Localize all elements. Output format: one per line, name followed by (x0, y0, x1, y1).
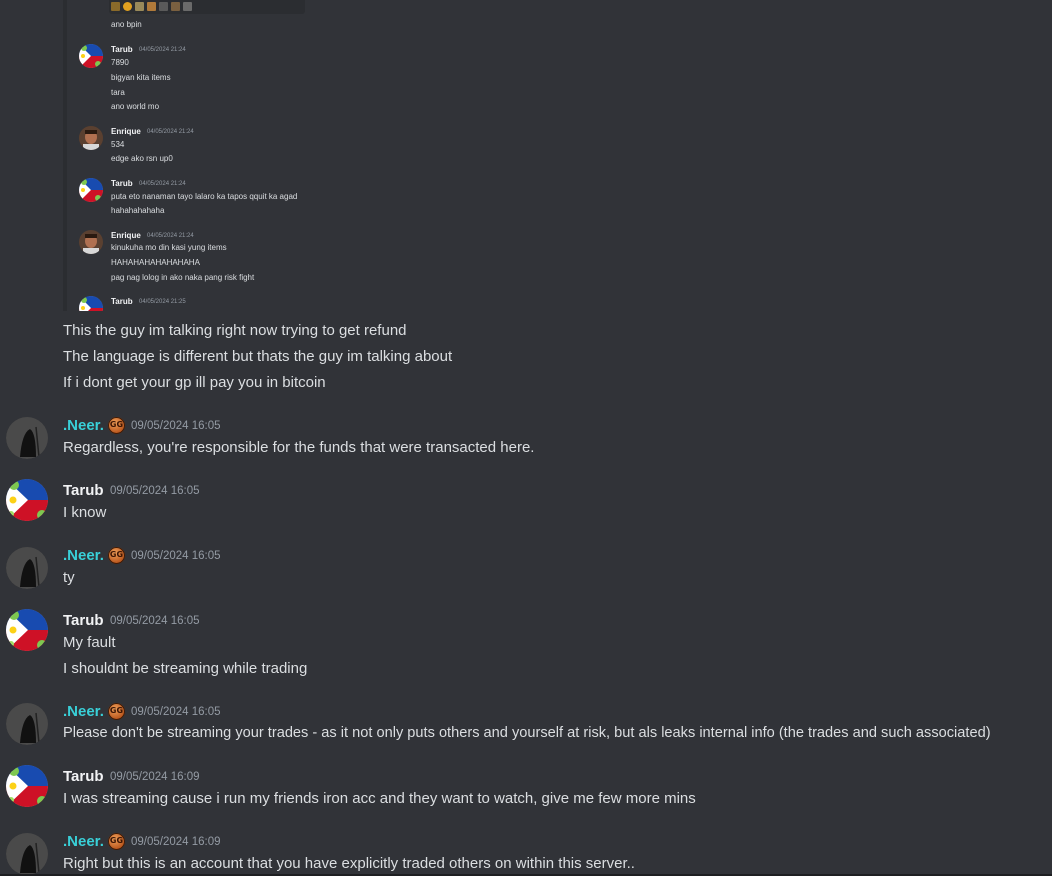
tarub-avatar (79, 44, 103, 68)
author-name[interactable]: .Neer. (63, 833, 104, 850)
message-line: Regardless, you're responsible for the f… (63, 439, 535, 456)
author-name[interactable]: Tarub (63, 482, 104, 499)
embed-timestamp: 04/05/2024 21:24 (139, 181, 186, 187)
embed-author: Enrique (111, 127, 141, 136)
embed-line: HAHAHAHAHAHAHAHA (111, 258, 200, 267)
gg-badge-icon[interactable] (108, 547, 125, 564)
enrique-avatar (79, 126, 103, 150)
embed-line: tara (111, 88, 125, 97)
message-line: If i dont get your gp ill pay you in bit… (63, 374, 326, 391)
embed-author: Enrique (111, 231, 141, 240)
embed-line: hahahahahaha (111, 206, 165, 215)
embed-timestamp: 04/05/2024 21:25 (139, 299, 186, 305)
message-line: My fault (63, 634, 116, 651)
embed-line: bigyan kita items (111, 73, 171, 82)
embed-author: Tarub (111, 297, 133, 306)
embed-line: edge ako rsn up0 (111, 154, 173, 163)
message-line: I know (63, 504, 107, 521)
message-timestamp[interactable]: 09/05/2024 16:05 (110, 485, 200, 497)
embed-line: 7890 (111, 58, 129, 67)
neer-avatar[interactable] (6, 833, 48, 875)
gg-badge-icon[interactable] (108, 703, 125, 720)
tarub-avatar (79, 178, 103, 202)
embed-line: 534 (111, 140, 125, 149)
tarub-avatar[interactable] (6, 479, 48, 521)
embed-timestamp: 04/05/2024 21:24 (139, 47, 186, 53)
neer-avatar[interactable] (6, 417, 48, 459)
author-name[interactable]: Tarub (63, 612, 104, 629)
embed-line: ano world mo (111, 102, 160, 111)
embed-text: ano bpin (111, 20, 142, 29)
message-line: Right but this is an account that you ha… (63, 855, 635, 872)
message-line: I shouldnt be streaming while trading (63, 660, 308, 677)
gg-badge-icon[interactable] (108, 833, 125, 850)
message-line: This the guy im talking right now trying… (63, 322, 407, 339)
tarub-avatar[interactable] (6, 609, 48, 651)
author-name[interactable]: .Neer. (63, 703, 104, 720)
tarub-avatar (79, 296, 103, 311)
embed-author: Tarub (111, 45, 133, 54)
embedded-screenshot-content: ano bpin Tarub 04/05/2024 21:24 7890 big… (71, 0, 320, 311)
message-timestamp[interactable]: 09/05/2024 16:05 (110, 615, 200, 627)
enrique-avatar (79, 230, 103, 254)
message-timestamp[interactable]: 09/05/2024 16:09 (131, 836, 221, 848)
embedded-screenshot[interactable]: ano bpin Tarub 04/05/2024 21:24 7890 big… (63, 0, 320, 311)
message-line: ty (63, 569, 75, 586)
neer-avatar[interactable] (6, 703, 48, 745)
message-line: Please don't be streaming your trades - … (63, 725, 991, 741)
embed-timestamp: 04/05/2024 21:24 (147, 233, 194, 239)
embed-author: Tarub (111, 179, 133, 188)
neer-avatar[interactable] (6, 547, 48, 589)
author-name[interactable]: Tarub (63, 768, 104, 785)
tarub-avatar[interactable] (6, 765, 48, 807)
embed-line: puta eto nanaman tayo lalaro ka tapos qq… (111, 192, 298, 201)
message-line: I was streaming cause i run my friends i… (63, 790, 696, 807)
message-timestamp[interactable]: 09/05/2024 16:05 (131, 550, 221, 562)
author-name[interactable]: .Neer. (63, 547, 104, 564)
message-timestamp[interactable]: 09/05/2024 16:05 (131, 706, 221, 718)
message-line: The language is different but thats the … (63, 348, 453, 365)
gg-badge-icon[interactable] (108, 417, 125, 434)
embed-line: kinukuha mo din kasi yung items (111, 243, 227, 252)
embed-timestamp: 04/05/2024 21:24 (147, 129, 194, 135)
embed-line: pag nag lolog in ako naka pang risk figh… (111, 273, 255, 282)
message-timestamp[interactable]: 09/05/2024 16:05 (131, 420, 221, 432)
inventory-items-strip (109, 0, 305, 14)
message-timestamp[interactable]: 09/05/2024 16:09 (110, 771, 200, 783)
author-name[interactable]: .Neer. (63, 417, 104, 434)
